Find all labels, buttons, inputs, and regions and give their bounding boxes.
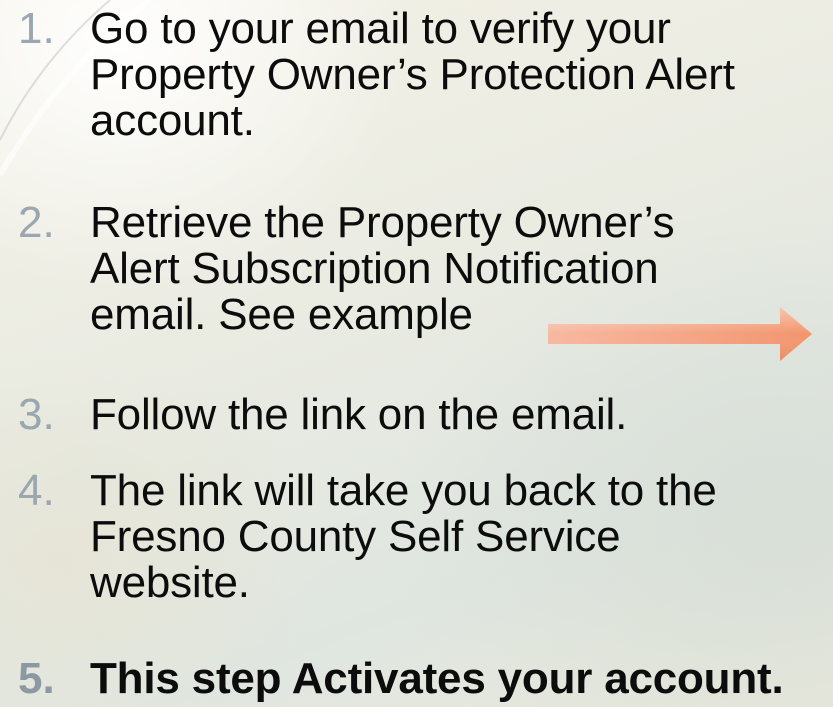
step-text-line: Go to your email to verify your — [90, 4, 671, 53]
step-text-line: The link will take you back to the — [90, 466, 717, 515]
step-number: 2. — [18, 198, 55, 247]
step-text: Go to your email to verify your Property… — [90, 6, 830, 144]
step-text-line: Fresno County Self Service — [90, 512, 621, 561]
step-number: 3. — [18, 390, 55, 439]
step-text-line: website. — [90, 558, 250, 607]
step-text-line: Alert Subscription Notification — [90, 244, 659, 293]
step-text-line: Property Owner’s Protection Alert — [90, 50, 735, 99]
step-text: Follow the link on the email. — [90, 392, 830, 438]
step-number: 4. — [18, 466, 55, 515]
step-text-line: Retrieve the Property Owner’s — [90, 198, 675, 247]
step-number: 5. — [18, 654, 55, 703]
step-text-line: Follow the link on the email. — [90, 390, 628, 439]
step-text-line: account. — [90, 96, 255, 145]
step-text-line: This step Activates your account. — [90, 654, 784, 703]
step-text: The link will take you back to the Fresn… — [90, 468, 830, 606]
right-arrow-icon — [548, 307, 812, 361]
step-number: 1. — [18, 4, 55, 53]
step-text: This step Activates your account. — [90, 656, 830, 702]
